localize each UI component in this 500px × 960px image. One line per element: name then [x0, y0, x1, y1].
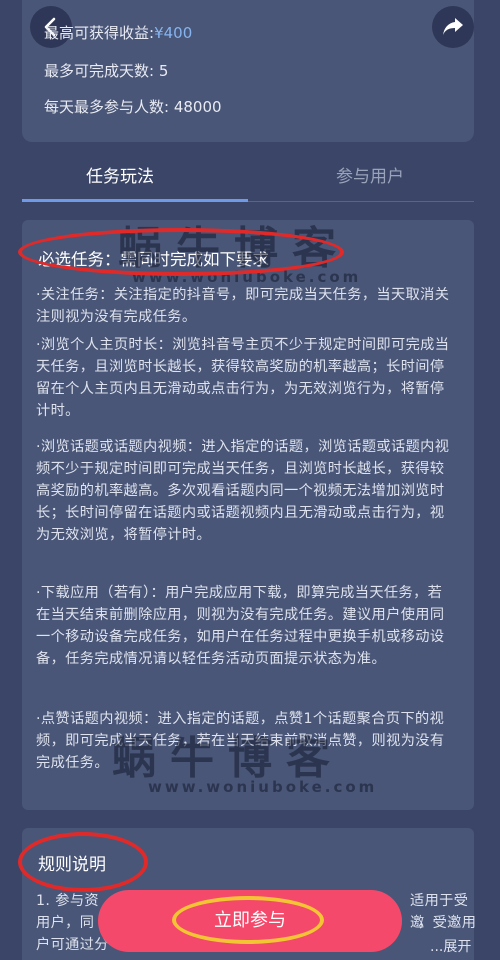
task-item-topic-browse: ·浏览话题或话题内视频：进入指定的话题，浏览话题或话题内视频不少于规定时间即可完…	[36, 439, 450, 543]
max-participants-value: 48000	[173, 98, 222, 116]
tab-participants[interactable]: 参与用户	[336, 162, 404, 187]
expand-link[interactable]: ...展开	[430, 936, 471, 956]
max-earnings-value: ¥400	[154, 24, 193, 42]
watermark-brand-bottom: 蜗牛博客	[112, 733, 344, 784]
task-item-profile-browse: ·浏览个人主页时长：浏览抖音号主页不少于规定时间即可完成当天任务，且浏览时长越长…	[36, 337, 450, 419]
task-item-download-app: ·下载应用（若有）：用户完成应用下载，即算完成当天任务，若在当天结束前删除应用，…	[36, 585, 445, 667]
max-earnings-label: 最高可获得收益:	[44, 24, 155, 42]
max-earnings-row: 最高可获得收益:¥400	[44, 22, 192, 43]
watermark-url-bottom: www.woniuboke.com	[148, 778, 378, 796]
max-participants-label: 每天最多参与人数:	[44, 98, 170, 116]
annotation-ellipse-rules	[18, 832, 148, 892]
task-item-follow: ·关注任务：关注指定的抖音号，即可完成当天任务，当天取消关注则视为没有完成任务。	[36, 287, 450, 325]
share-button[interactable]	[432, 6, 474, 48]
tab-bar: 任务玩法 参与用户	[22, 148, 474, 202]
max-days-row: 最多可完成天数: 5	[44, 60, 168, 81]
tab-active-indicator	[22, 199, 248, 202]
max-days-value: 5	[158, 62, 169, 80]
rules-line-2-right: ，受邀用	[418, 915, 477, 931]
join-now-label: 立即参与	[214, 910, 286, 931]
max-participants-row: 每天最多参与人数: 48000	[44, 96, 222, 117]
annotation-ellipse-required-tasks	[18, 228, 344, 276]
share-arrow-icon	[443, 18, 463, 35]
join-now-button[interactable]: 立即参与	[98, 890, 402, 952]
tab-task-gameplay[interactable]: 任务玩法	[86, 162, 154, 187]
max-days-label: 最多可完成天数:	[44, 62, 155, 80]
